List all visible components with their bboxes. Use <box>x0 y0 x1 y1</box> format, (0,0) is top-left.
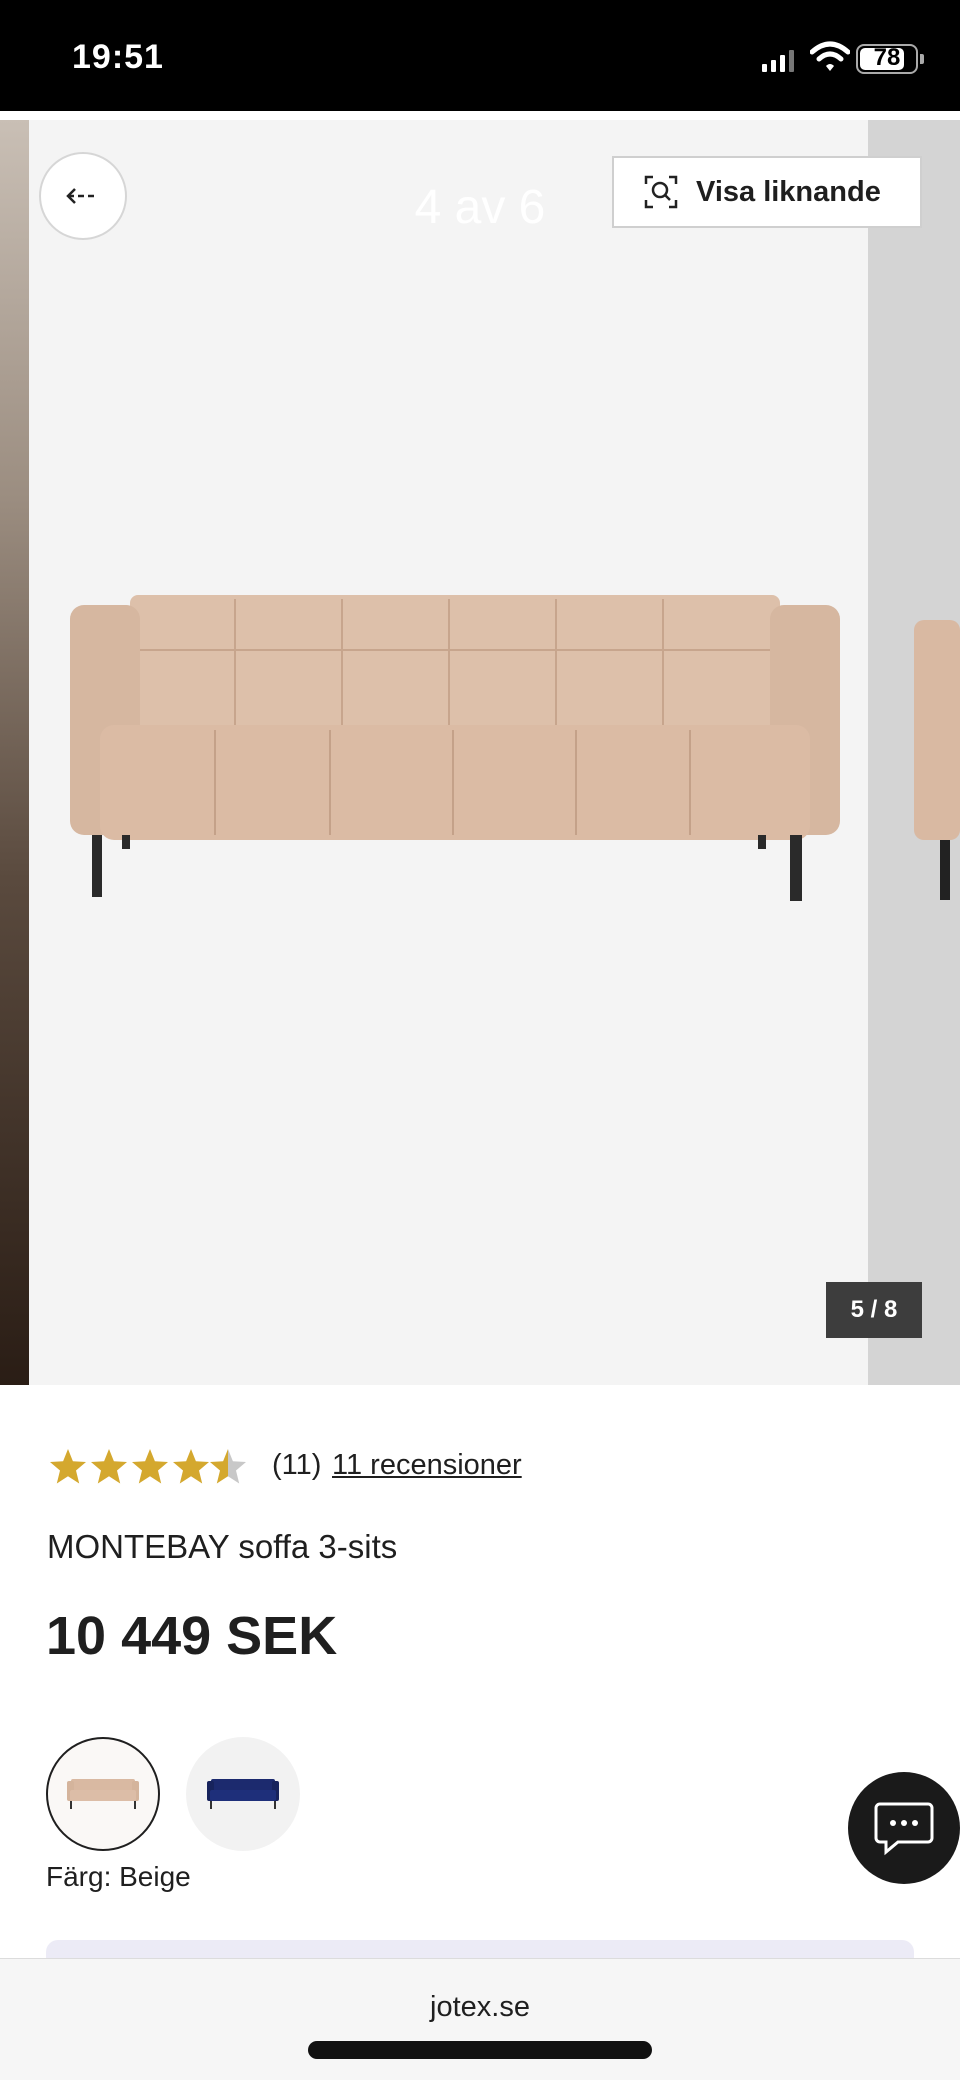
rating-count: (11) <box>272 1449 322 1481</box>
browser-address-bar[interactable]: jotex.se <box>0 1958 960 2080</box>
color-swatch-blue[interactable] <box>186 1737 300 1851</box>
slide-counter: 5 / 8 <box>826 1282 922 1338</box>
battery-icon: 78 <box>856 44 918 74</box>
product-image-gallery[interactable]: 4 av 6 Visa liknande 5 / 8 <box>0 120 960 1385</box>
star-rating[interactable] <box>48 1445 248 1489</box>
image-counter: 4 av 6 <box>414 181 546 234</box>
star-icon <box>50 1449 246 1484</box>
previous-slide-image[interactable] <box>0 120 29 1385</box>
status-time: 19:51 <box>72 38 164 76</box>
color-swatch-beige[interactable] <box>46 1737 160 1851</box>
sofa-thumbnail-beige <box>67 1779 139 1809</box>
status-bar: 19:51 78 <box>0 0 960 111</box>
promo-banner-edge <box>46 1940 914 1960</box>
chat-button[interactable] <box>848 1772 960 1884</box>
wifi-icon <box>809 40 851 74</box>
battery-level: 78 <box>873 44 901 71</box>
visa-liknande-button[interactable]: Visa liknande <box>612 156 922 228</box>
color-label: Färg: Beige <box>46 1861 191 1892</box>
reviews-link[interactable]: 11 recensioner <box>332 1449 522 1482</box>
back-button[interactable] <box>39 152 127 240</box>
visa-liknande-label: Visa liknande <box>696 175 881 208</box>
sofa-product-image <box>70 595 840 901</box>
chat-icon <box>874 1802 934 1856</box>
arrow-left-icon <box>66 188 95 204</box>
home-indicator[interactable] <box>308 2041 652 2059</box>
product-name: MONTEBAY soffa 3-sits <box>47 1528 398 1565</box>
sofa-thumbnail-blue <box>207 1779 279 1809</box>
image-search-icon <box>644 175 678 209</box>
next-slide-image[interactable] <box>868 120 960 1385</box>
signal-icon <box>762 48 802 72</box>
url-text[interactable]: jotex.se <box>0 1991 960 2024</box>
product-price: 10 449 SEK <box>46 1606 338 1666</box>
